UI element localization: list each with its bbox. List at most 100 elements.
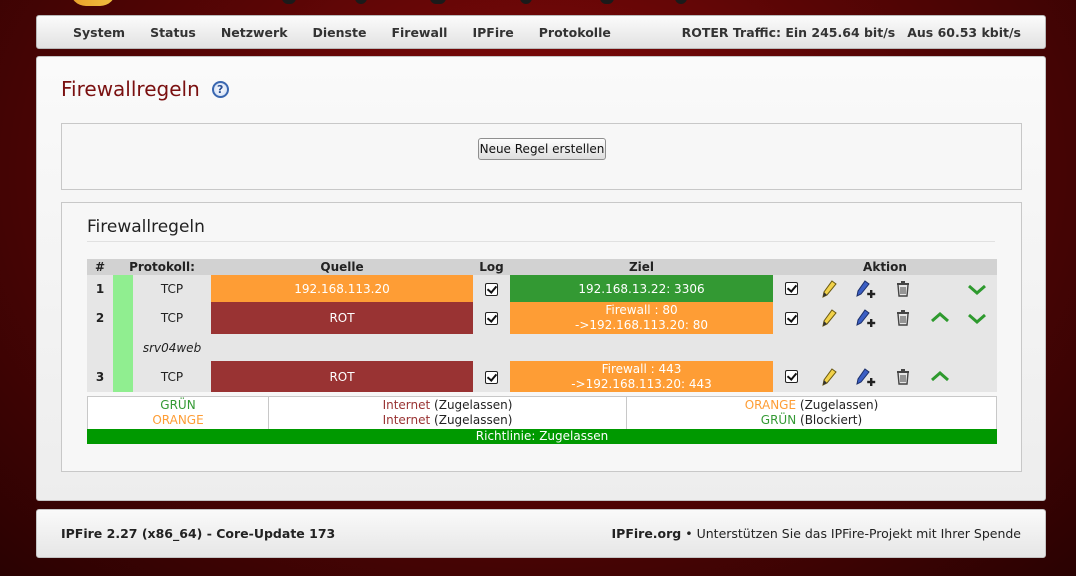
rule-source: 192.168.113.20 xyxy=(211,275,473,302)
rule-log xyxy=(473,275,510,302)
rule-zone-indicator xyxy=(113,302,133,361)
main-content: Firewallregeln ? Neue Regel erstellen Fi… xyxy=(36,56,1046,501)
policy-status-bar: Richtlinie: Zugelassen xyxy=(87,429,997,444)
nav-item-ipfire[interactable]: IPFire xyxy=(472,25,513,40)
new-rule-section: Neue Regel erstellen xyxy=(61,123,1022,190)
rule-protocol: TCP xyxy=(133,275,211,302)
delete-trash-icon[interactable] xyxy=(896,310,910,326)
remark-fill xyxy=(211,334,997,361)
log-checkbox[interactable] xyxy=(485,282,498,296)
rules-section-title: Firewallregeln xyxy=(87,217,205,237)
col-header-log: Log xyxy=(473,259,510,275)
footer-donate-link[interactable]: Unterstützen Sie das IPFire-Projekt mit … xyxy=(697,526,1021,541)
col-header-source: Quelle xyxy=(211,259,473,275)
traffic-out: Aus 60.53 kbit/s xyxy=(907,24,1021,40)
help-icon[interactable]: ? xyxy=(211,80,229,98)
rule-protocol: TCP xyxy=(133,302,211,334)
nav-menu: System Status Netzwerk Dienste Firewall … xyxy=(73,25,636,40)
rule-protocol: TCP xyxy=(133,361,211,392)
rule-log xyxy=(473,361,510,392)
nav-item-system[interactable]: System xyxy=(73,25,125,40)
rule-target-line2: ->192.168.113.20: 80 xyxy=(575,318,708,332)
col-header-protocol: Protokoll: xyxy=(113,259,211,275)
delete-trash-icon[interactable] xyxy=(896,280,910,297)
traffic-in: ROTER Traffic: Ein 245.64 bit/s xyxy=(681,24,896,40)
nav-item-protokolle[interactable]: Protokolle xyxy=(539,25,611,40)
move-up-icon[interactable] xyxy=(930,312,949,324)
policy-state: (Blockiert) xyxy=(800,413,863,427)
rule-remark-row: srv04web xyxy=(87,334,997,361)
policy-col-sources: GRÜN ORANGE xyxy=(87,396,269,430)
rule-log xyxy=(473,302,510,334)
policy-state: (Zugelassen) xyxy=(434,413,513,427)
rule-zone-indicator xyxy=(113,275,133,302)
nav-item-status[interactable]: Status xyxy=(150,25,196,40)
table-row: 1 TCP 192.168.113.20 192.168.13.22: 3306 xyxy=(87,275,997,302)
rule-actions xyxy=(773,302,997,334)
policy-zone-internet: Internet xyxy=(382,398,431,412)
rule-target-line2: ->192.168.113.20: 443 xyxy=(571,376,712,391)
policy-zone-internet: Internet xyxy=(382,413,431,427)
rule-actions xyxy=(773,275,997,302)
rules-section: Firewallregeln # Protokoll: Quelle Log Z… xyxy=(61,202,1022,472)
col-header-action: Aktion xyxy=(773,259,997,275)
traffic-status: ROTER Traffic: Ein 245.64 bit/s Aus 60.5… xyxy=(682,25,1021,40)
banner-lettering xyxy=(280,0,710,6)
main-navbar: System Status Netzwerk Dienste Firewall … xyxy=(36,15,1046,49)
policy-src-green: GRÜN xyxy=(160,398,196,412)
enable-checkbox[interactable] xyxy=(785,370,798,383)
footer-separator: • xyxy=(685,526,693,541)
copy-rule-icon[interactable] xyxy=(855,309,876,327)
col-header-target: Ziel xyxy=(510,259,773,275)
rule-source: ROT xyxy=(211,361,473,392)
policy-state: (Zugelassen) xyxy=(434,398,513,412)
nav-item-netzwerk[interactable]: Netzwerk xyxy=(221,25,288,40)
remark-spacer xyxy=(87,334,113,361)
rule-zone-indicator xyxy=(113,361,133,392)
ipfire-logo-banner xyxy=(70,0,710,7)
rule-actions xyxy=(773,361,997,392)
policy-col-internal: ORANGE (Zugelassen) GRÜN (Blockiert) xyxy=(626,396,997,430)
rule-target-line1: Firewall : 80 xyxy=(605,303,678,317)
page-title: Firewallregeln xyxy=(61,77,200,101)
nav-item-dienste[interactable]: Dienste xyxy=(313,25,367,40)
edit-pencil-icon[interactable] xyxy=(821,279,837,298)
rule-source: ROT xyxy=(211,302,473,334)
copy-rule-icon[interactable] xyxy=(855,367,876,386)
rule-target: 192.168.13.22: 3306 xyxy=(510,275,773,302)
policy-zone-orange: ORANGE xyxy=(744,398,797,412)
table-row: 3 TCP ROT Firewall : 443 ->192.168.113.2… xyxy=(87,361,997,392)
edit-pencil-icon[interactable] xyxy=(821,309,837,327)
move-up-icon[interactable] xyxy=(930,370,949,383)
policy-src-orange: ORANGE xyxy=(152,413,204,427)
nav-item-firewall[interactable]: Firewall xyxy=(391,25,447,40)
footer: IPFire 2.27 (x86_64) - Core-Update 173 I… xyxy=(36,509,1046,558)
policy-row: GRÜN ORANGE Internet (Zugelassen) Intern… xyxy=(87,396,997,430)
policy-zone-green: GRÜN xyxy=(760,413,797,427)
move-down-icon[interactable] xyxy=(967,312,986,324)
log-checkbox[interactable] xyxy=(485,370,498,384)
rule-target-line1: Firewall : 443 xyxy=(601,361,682,376)
table-row: 2 TCP ROT Firewall : 80 ->192.168.113.20… xyxy=(87,302,997,361)
rule-number: 2 xyxy=(87,302,113,334)
log-checkbox[interactable] xyxy=(485,312,498,325)
col-header-num: # xyxy=(87,259,113,275)
new-rule-button[interactable]: Neue Regel erstellen xyxy=(478,138,606,160)
policy-summary-table: GRÜN ORANGE Internet (Zugelassen) Intern… xyxy=(87,396,997,430)
footer-site-link[interactable]: IPFire.org xyxy=(612,526,682,541)
rule-number: 3 xyxy=(87,361,113,392)
rule-number: 1 xyxy=(87,275,113,302)
edit-pencil-icon[interactable] xyxy=(821,367,837,386)
rules-table: # Protokoll: Quelle Log Ziel Aktion 1 TC… xyxy=(87,259,997,392)
rule-target: Firewall : 443 ->192.168.113.20: 443 xyxy=(510,361,773,392)
policy-col-internet: Internet (Zugelassen) Internet (Zugelass… xyxy=(268,396,627,430)
flame-logo-icon xyxy=(70,0,116,6)
enable-checkbox[interactable] xyxy=(785,282,798,295)
footer-version: IPFire 2.27 (x86_64) - Core-Update 173 xyxy=(61,526,336,541)
table-header-row: # Protokoll: Quelle Log Ziel Aktion xyxy=(87,259,997,275)
copy-rule-icon[interactable] xyxy=(855,279,876,298)
enable-checkbox[interactable] xyxy=(785,311,798,325)
delete-trash-icon[interactable] xyxy=(896,368,910,385)
rule-target: Firewall : 80 ->192.168.113.20: 80 xyxy=(510,302,773,334)
move-down-icon[interactable] xyxy=(967,283,986,295)
